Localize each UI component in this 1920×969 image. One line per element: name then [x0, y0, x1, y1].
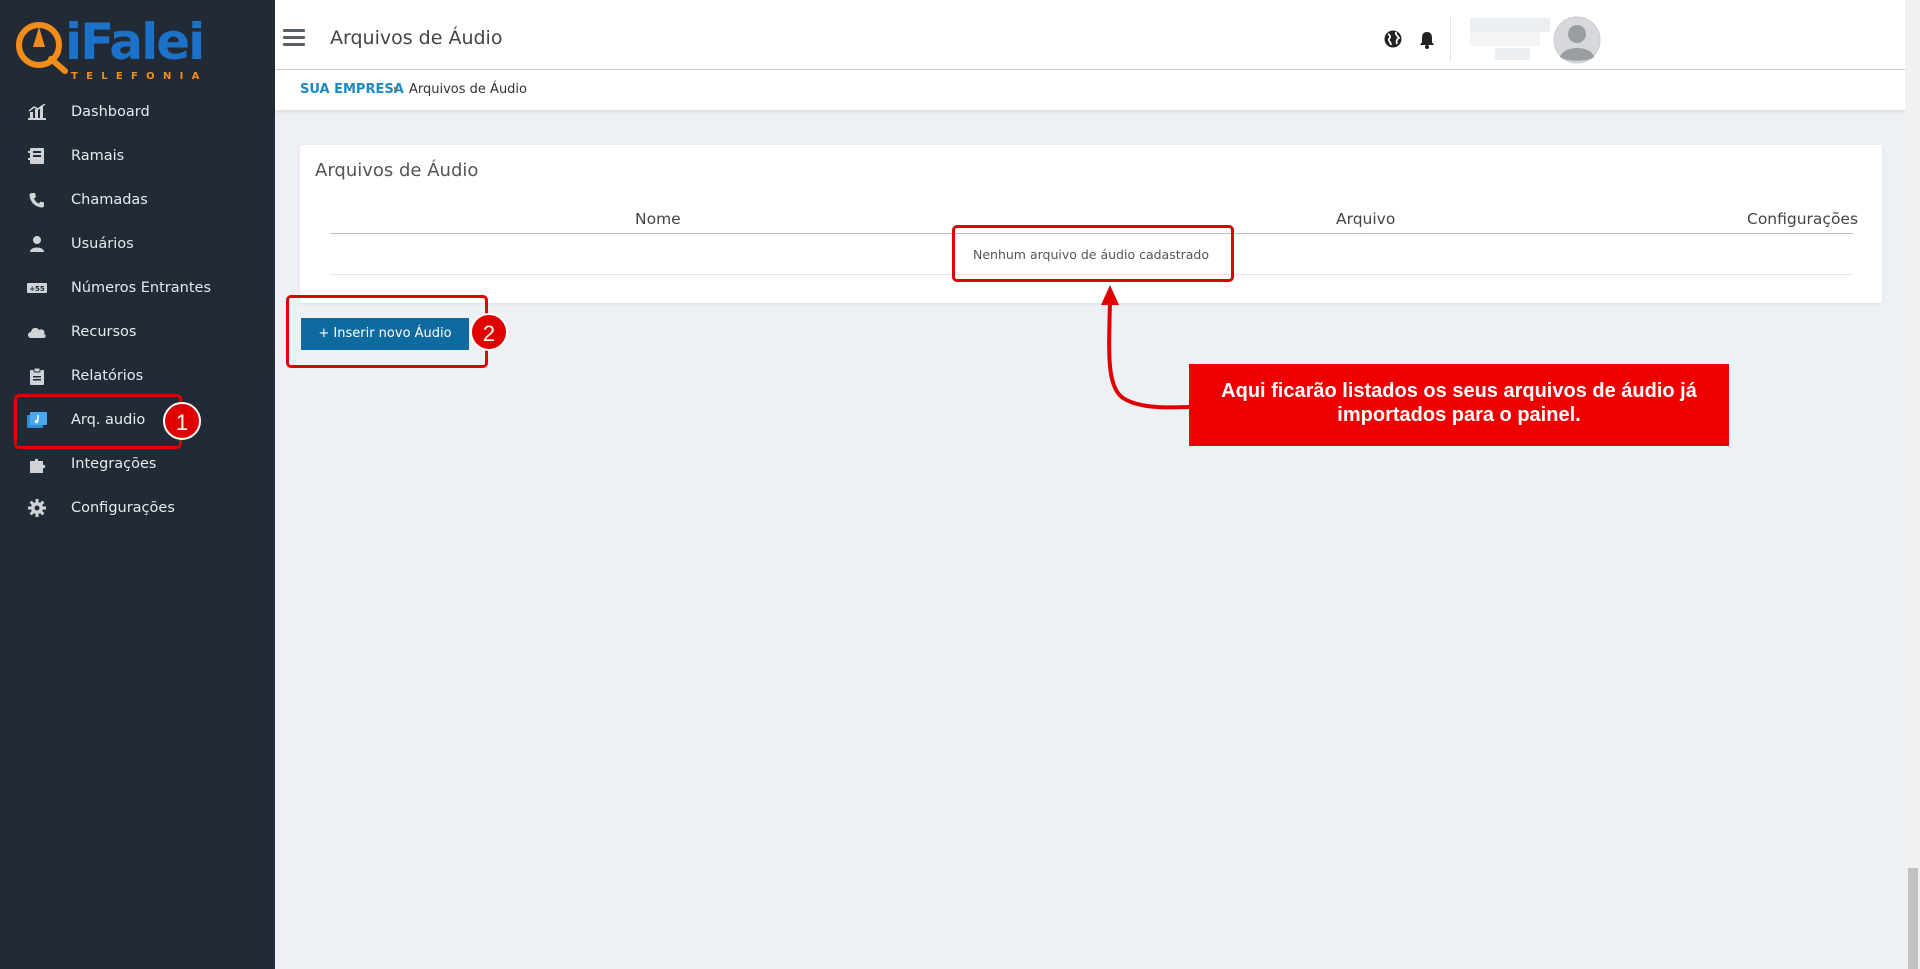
annotation-callout: Aqui ficarão listados os seus arquivos d…	[1189, 364, 1729, 446]
phonebook-icon	[27, 147, 47, 165]
sidebar-item-label: Configurações	[71, 500, 175, 516]
breadcrumb-current: Arquivos de Áudio	[409, 82, 527, 97]
gear-icon	[27, 499, 47, 517]
sidebar-item-usuarios[interactable]: Usuários	[0, 222, 275, 266]
avatar[interactable]	[1553, 16, 1601, 64]
divider	[1450, 16, 1451, 62]
sidebar-item-label: Ramais	[71, 148, 125, 164]
bell-icon[interactable]	[1419, 31, 1435, 49]
role-redacted	[1495, 48, 1530, 60]
sidebar-item-relatorios[interactable]: Relatórios	[0, 354, 275, 398]
user-icon	[27, 235, 47, 253]
logo-subtitle: TELEFONIA	[71, 71, 208, 82]
annotation-box-1	[14, 394, 182, 449]
menu-icon[interactable]	[283, 29, 305, 47]
sidebar-item-label: Dashboard	[71, 104, 150, 120]
sidebar-item-label: Recursos	[71, 324, 137, 340]
sidebar-item-recursos[interactable]: Recursos	[0, 310, 275, 354]
annotation-arrow	[1101, 285, 1191, 410]
logo-mark-icon	[16, 22, 68, 74]
annotation-box-2	[286, 295, 488, 368]
phone-icon	[27, 191, 47, 209]
sidebar-item-configuracoes[interactable]: Configurações	[0, 486, 275, 530]
clipboard-icon	[27, 367, 47, 385]
sidebar-item-numeros-entrantes[interactable]: +55 Números Entrantes	[0, 266, 275, 310]
cloud-icon	[27, 323, 47, 341]
breadcrumb-root-link[interactable]: SUA EMPRESA	[300, 82, 404, 97]
scrollbar-thumb[interactable]	[1908, 868, 1918, 969]
logo-wordmark: iFalei	[65, 13, 205, 71]
sidebar-item-dashboard[interactable]: Dashboard	[0, 90, 275, 134]
logo[interactable]: iFalei TELEFONIA	[13, 13, 213, 88]
top-header: Arquivos de Áudio	[275, 0, 1905, 70]
number-badge-icon: +55	[27, 279, 47, 297]
username-redacted	[1470, 18, 1550, 32]
sidebar-item-label: Relatórios	[71, 368, 144, 384]
annotation-badge-1: 1	[163, 402, 201, 440]
sidebar-item-chamadas[interactable]: Chamadas	[0, 178, 275, 222]
sidebar: iFalei TELEFONIA Dashboard Ramais Chamad…	[0, 0, 275, 969]
chart-icon	[27, 103, 47, 121]
column-header-nome[interactable]: Nome	[635, 210, 681, 228]
user-info[interactable]	[1460, 18, 1550, 60]
svg-text:+55: +55	[29, 285, 45, 293]
globe-icon[interactable]	[1384, 30, 1402, 48]
sidebar-item-ramais[interactable]: Ramais	[0, 134, 275, 178]
breadcrumb: SUA EMPRESA ▸ Arquivos de Áudio	[275, 70, 1905, 110]
puzzle-icon	[27, 455, 47, 473]
column-header-arquivo[interactable]: Arquivo	[1336, 210, 1395, 228]
page-title: Arquivos de Áudio	[330, 27, 503, 49]
card-title: Arquivos de Áudio	[315, 160, 479, 181]
username-redacted	[1470, 32, 1540, 46]
sidebar-item-label: Chamadas	[71, 192, 148, 208]
scrollbar[interactable]	[1905, 0, 1920, 969]
annotation-badge-2: 2	[470, 313, 508, 351]
breadcrumb-separator: ▸	[394, 84, 399, 94]
column-header-configuracoes[interactable]: Configurações	[1747, 210, 1858, 228]
annotation-box-empty-message	[952, 225, 1234, 282]
sidebar-item-label: Usuários	[71, 236, 134, 252]
sidebar-item-label: Números Entrantes	[71, 280, 211, 296]
